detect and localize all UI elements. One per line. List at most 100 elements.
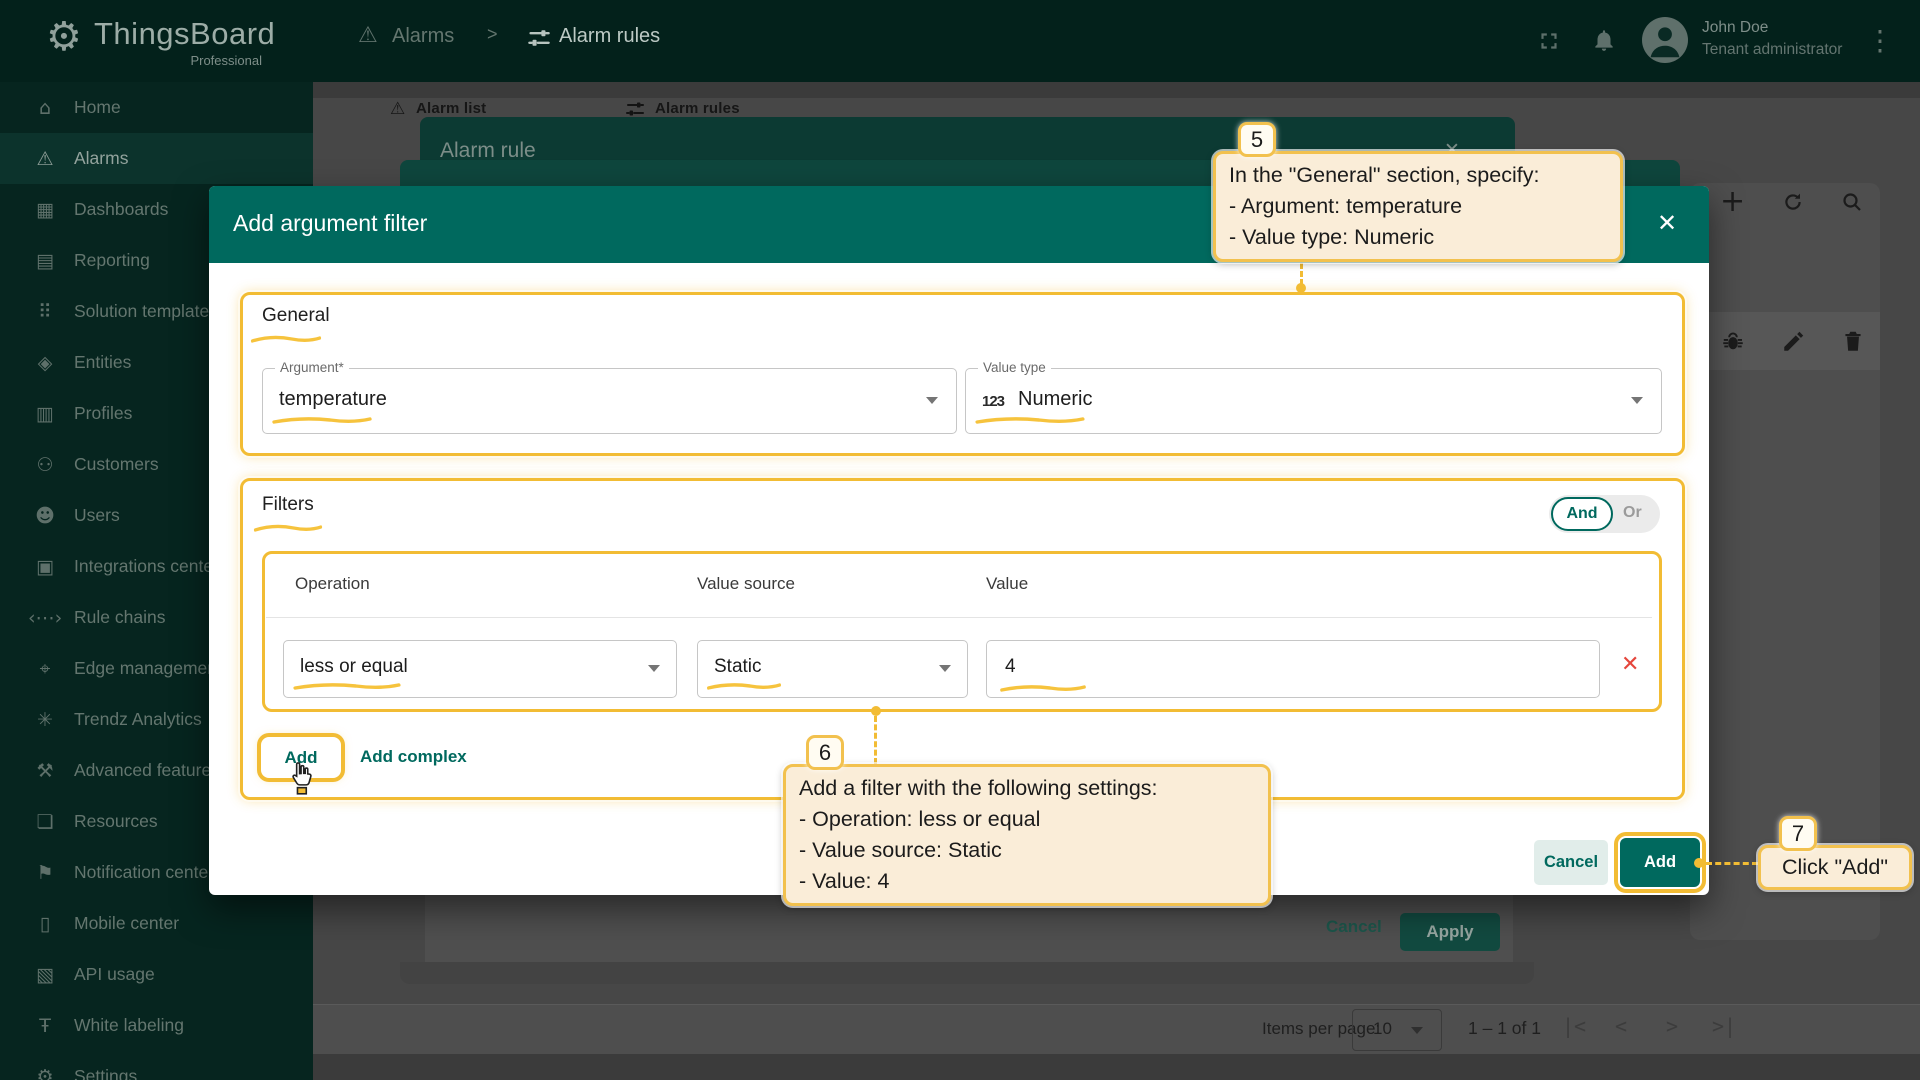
- user-name: John Doe: [1702, 19, 1768, 37]
- last-page-icon[interactable]: >|: [1712, 1014, 1736, 1038]
- step-number: 5: [1251, 127, 1263, 153]
- add-entity-icon[interactable]: +: [1720, 184, 1745, 219]
- breadcrumb-separator: >: [487, 24, 498, 45]
- argument-value: temperature: [279, 388, 387, 411]
- mobile-center-icon: ▯: [28, 913, 62, 935]
- alarms-breadcrumb-icon: ⚠: [358, 23, 378, 48]
- debug-bug-icon[interactable]: [1720, 328, 1746, 354]
- sidebar-item-label: Dashboards: [74, 199, 168, 220]
- callout-line: Add a filter with the following settings…: [799, 773, 1255, 804]
- dialog-title: Add argument filter: [233, 210, 427, 237]
- callout-line: - Argument: temperature: [1229, 191, 1607, 222]
- value-type-select[interactable]: Value type 123 Numeric: [965, 368, 1662, 434]
- home-icon: ⌂: [28, 97, 62, 119]
- delete-trash-icon[interactable]: [1840, 328, 1866, 354]
- value-input-text: 4: [1005, 656, 1016, 678]
- hand-cursor-icon: [286, 760, 318, 798]
- sidebar-item-label: Edge management: [74, 658, 222, 679]
- highlight-underline: [271, 415, 373, 425]
- logo-title: ThingsBoard: [94, 16, 275, 52]
- advanced-features-icon: ⚒: [28, 760, 62, 782]
- edit-pencil-icon[interactable]: [1781, 328, 1807, 354]
- search-icon[interactable]: [1840, 190, 1864, 214]
- api-usage-icon: ▧: [28, 964, 62, 986]
- highlight-underline: [292, 681, 402, 691]
- chevron-down-icon: [1631, 397, 1643, 404]
- top-bar: ⚙ ThingsBoard Professional ⚠ Alarms > Al…: [0, 0, 1920, 82]
- argument-select[interactable]: Argument* temperature: [262, 368, 957, 434]
- callout-line: - Operation: less or equal: [799, 804, 1255, 835]
- background-apply-button[interactable]: Apply: [1400, 913, 1500, 951]
- sidebar-item-label: Settings: [74, 1066, 137, 1080]
- rule-chains-icon: ‹⋯›: [28, 607, 62, 629]
- callout-line: - Value type: Numeric: [1229, 222, 1607, 253]
- sidebar-item-label: White labeling: [74, 1015, 184, 1036]
- callout-text: Click "Add": [1782, 855, 1888, 879]
- value-type-label: Value type: [978, 360, 1051, 375]
- fullscreen-icon[interactable]: [1536, 28, 1562, 54]
- value-source-value: Static: [714, 656, 762, 678]
- sidebar-item-alarms[interactable]: ⚠Alarms: [0, 133, 313, 184]
- background-cancel-button[interactable]: Cancel: [1326, 917, 1382, 937]
- users-icon: ☻: [28, 505, 62, 527]
- and-toggle-button[interactable]: And: [1551, 497, 1613, 531]
- highlight-underline: [706, 681, 782, 691]
- or-toggle-button[interactable]: Or: [1623, 504, 1642, 522]
- step-6-badge: 6: [806, 735, 844, 770]
- sidebar-item-api-usage[interactable]: ▧API usage: [0, 949, 313, 1000]
- remove-filter-icon[interactable]: ✕: [1621, 652, 1639, 677]
- close-icon[interactable]: ✕: [1657, 209, 1677, 237]
- add-complex-button[interactable]: Add complex: [360, 747, 467, 767]
- chevron-down-icon: [926, 397, 938, 404]
- step-7-connector-dot: [1694, 858, 1704, 868]
- app-root: ⚙ ThingsBoard Professional ⚠ Alarms > Al…: [0, 0, 1920, 1080]
- highlight-underline: [999, 683, 1087, 693]
- sidebar-item-label: Reporting: [74, 250, 150, 271]
- tab-alarm-list[interactable]: Alarm list: [416, 100, 486, 117]
- refresh-icon[interactable]: [1781, 190, 1805, 214]
- sidebar-item-label: Advanced features: [74, 760, 220, 781]
- argument-label: Argument*: [275, 360, 349, 375]
- step-number: 6: [819, 740, 831, 766]
- alarm-list-tab-icon: ⚠: [390, 99, 405, 119]
- avatar-person-icon: [1642, 17, 1688, 63]
- pagination-bar: Items per page: 10 1 – 1 of 1 |< < > >|: [313, 1004, 1920, 1054]
- callout-line: In the "General" section, specify:: [1229, 160, 1607, 191]
- background-dialog-edge: [400, 962, 1534, 984]
- operation-select[interactable]: less or equal: [283, 640, 677, 698]
- sidebar-item-label: Notification center: [74, 862, 214, 883]
- general-section-heading: General: [262, 305, 330, 327]
- page-size-value: 10: [1373, 1019, 1392, 1039]
- reporting-icon: ▤: [28, 250, 62, 272]
- and-or-toggle: And Or: [1549, 495, 1660, 533]
- sidebar-item-home[interactable]: ⌂ Home: [0, 82, 313, 133]
- tab-alarm-rules[interactable]: Alarm rules: [655, 100, 740, 117]
- avatar[interactable]: [1642, 17, 1688, 63]
- kebab-menu-icon[interactable]: ⋮: [1866, 24, 1894, 57]
- first-page-icon[interactable]: |<: [1562, 1014, 1586, 1038]
- previous-page-icon[interactable]: <: [1615, 1014, 1627, 1038]
- alarm-rules-breadcrumb-icon: [527, 26, 551, 50]
- value-source-select[interactable]: Static: [697, 640, 968, 698]
- breadcrumb-alarms[interactable]: Alarms: [392, 25, 454, 48]
- sidebar-item-settings[interactable]: ⚙Settings: [0, 1051, 313, 1080]
- value-input[interactable]: 4: [986, 640, 1600, 698]
- trendz-analytics-icon: ✳: [28, 709, 62, 731]
- filters-section-heading: Filters: [262, 494, 314, 516]
- notification-center-icon: ⚑: [28, 862, 62, 884]
- step-5-connector: [1300, 263, 1303, 285]
- next-page-icon[interactable]: >: [1666, 1014, 1678, 1038]
- page-size-select[interactable]: 10: [1352, 1009, 1442, 1051]
- sidebar-item-mobile-center[interactable]: ▯Mobile center: [0, 898, 313, 949]
- sidebar-item-white-labeling[interactable]: ŦWhite labeling: [0, 1000, 313, 1051]
- notifications-bell-icon[interactable]: [1591, 27, 1617, 53]
- chevron-down-icon: [1411, 1027, 1423, 1034]
- step-7-badge: 7: [1779, 816, 1817, 851]
- integrations-icon: ▣: [28, 556, 62, 578]
- background-table-row: [1690, 312, 1880, 370]
- add-button[interactable]: Add: [1620, 838, 1700, 887]
- customers-icon: ⚇: [28, 454, 62, 476]
- cancel-button[interactable]: Cancel: [1534, 840, 1608, 885]
- sidebar-item-label: Home: [74, 97, 121, 118]
- breadcrumb-alarm-rules: Alarm rules: [559, 25, 660, 48]
